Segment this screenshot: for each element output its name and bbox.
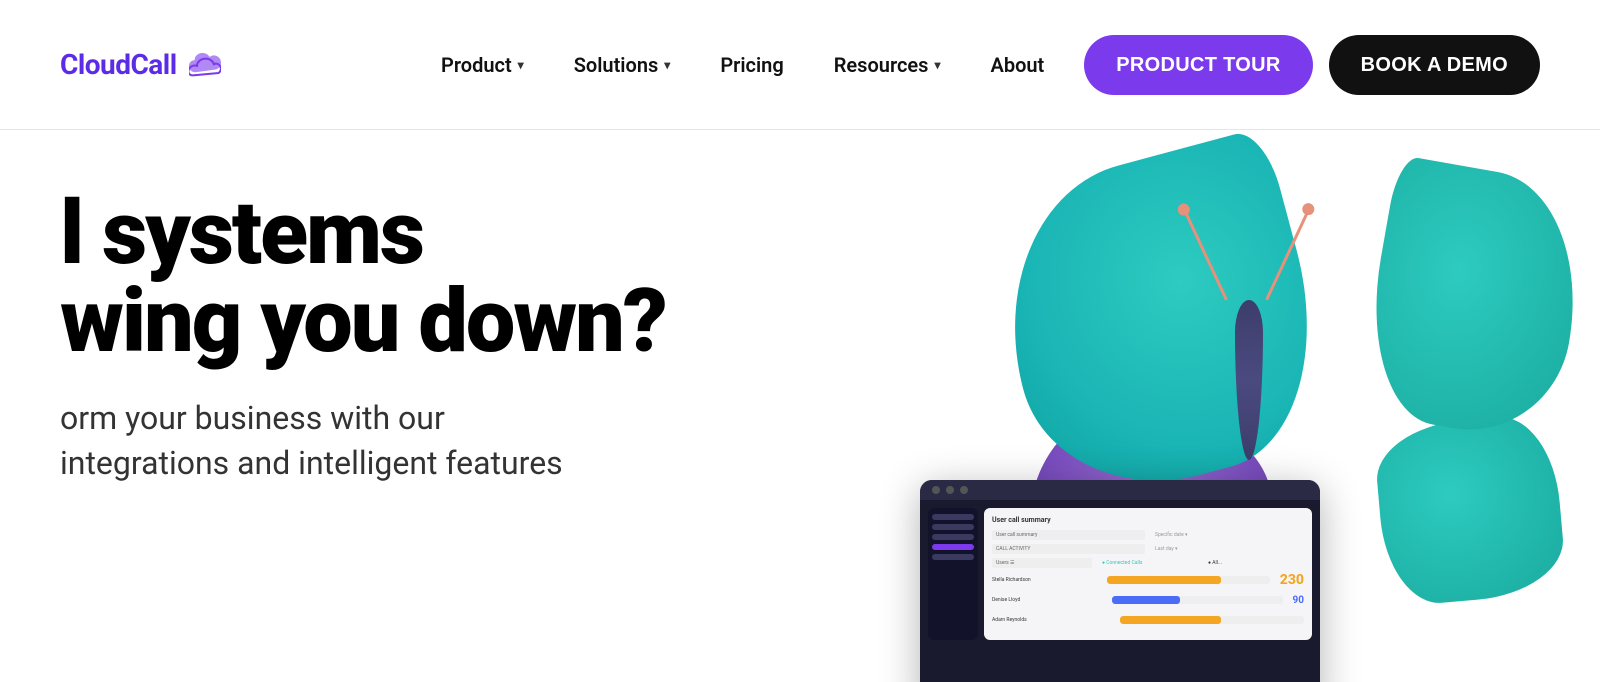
- dash-col-all: ● All...: [1204, 558, 1304, 568]
- bar-fill-orange-1: [1107, 576, 1221, 584]
- bar-container-2: [1112, 596, 1283, 604]
- dash-col-connected: ● Connected Calls: [1098, 558, 1198, 568]
- dash-label-activity: CALL ACTIVITY: [992, 544, 1145, 554]
- dash-filter-value: Specific date ▾: [1151, 530, 1304, 540]
- wing-right-lower: [1372, 412, 1567, 607]
- sidebar-item: [932, 524, 974, 530]
- hero-section: l systems wing you down? orm your busine…: [0, 130, 1600, 682]
- dashboard-sidebar: [928, 508, 978, 640]
- chevron-down-icon: ▾: [518, 58, 524, 72]
- bar-container-1: [1107, 576, 1270, 584]
- navbar: CloudCall Product ▾ Solutions ▾ Pricing …: [0, 0, 1600, 130]
- bar-fill-3: [1120, 616, 1221, 624]
- user-row-2: Denise Lloyd 90: [992, 592, 1304, 608]
- dash-summary-row: Users ☰ ● Connected Calls ● All...: [992, 558, 1304, 568]
- nav-links: Product ▾ Solutions ▾ Pricing Resources …: [441, 53, 1044, 77]
- user-row-1: Stella Richardson 230: [992, 572, 1304, 588]
- hero-headline: l systems wing you down?: [60, 190, 760, 366]
- dashboard-mockup: User call summary User call summary Spec…: [920, 480, 1320, 682]
- dash-filter-label: User call summary: [992, 530, 1145, 540]
- nav-product[interactable]: Product ▾: [441, 53, 524, 77]
- sidebar-item: [932, 554, 974, 560]
- dashboard-header: [920, 480, 1320, 500]
- window-dot-3: [960, 486, 968, 494]
- chevron-down-icon: ▾: [934, 58, 940, 72]
- dash-activity-row: CALL ACTIVITY Last day ▾: [992, 544, 1304, 554]
- wing-right-upper: [1354, 155, 1596, 446]
- dashboard-content: User call summary User call summary Spec…: [984, 508, 1312, 640]
- nav-pricing[interactable]: Pricing: [720, 53, 783, 77]
- logo[interactable]: CloudCall: [60, 48, 221, 81]
- wing-left-upper: [974, 130, 1347, 513]
- sidebar-item: [932, 514, 974, 520]
- stat-230: 230: [1280, 572, 1304, 588]
- window-dot-2: [946, 486, 954, 494]
- hero-text: l systems wing you down? orm your busine…: [60, 190, 760, 486]
- window-dot-1: [932, 486, 940, 494]
- user-row-3: Adam Reynolds: [992, 612, 1304, 628]
- chevron-down-icon: ▾: [664, 58, 670, 72]
- nav-solutions[interactable]: Solutions ▾: [574, 53, 671, 77]
- bar-fill-blue-2: [1112, 596, 1180, 604]
- nav-about[interactable]: About: [990, 53, 1044, 77]
- dashboard-title: User call summary: [992, 516, 1304, 524]
- nav-actions: PRODUCT TOUR BOOK A DEMO: [1084, 35, 1540, 95]
- dash-col-label: Users ☰: [992, 558, 1092, 568]
- sidebar-item: [932, 534, 974, 540]
- book-demo-button[interactable]: BOOK A DEMO: [1329, 35, 1540, 95]
- cloud-icon: [189, 53, 221, 77]
- stat-90: 90: [1293, 595, 1304, 606]
- nav-resources[interactable]: Resources ▾: [834, 53, 941, 77]
- dash-date-value: Last day ▾: [1151, 544, 1304, 554]
- bar-container-3: [1120, 616, 1304, 624]
- product-tour-button[interactable]: PRODUCT TOUR: [1084, 35, 1312, 95]
- dash-filter-row: User call summary Specific date ▾: [992, 530, 1304, 540]
- sidebar-item: [932, 544, 974, 550]
- dashboard-body: User call summary User call summary Spec…: [920, 500, 1320, 648]
- brand-name: CloudCall: [60, 48, 177, 81]
- butterfly-illustration: User call summary User call summary Spec…: [1000, 140, 1580, 682]
- hero-subtext: orm your business with our integrations …: [60, 396, 760, 486]
